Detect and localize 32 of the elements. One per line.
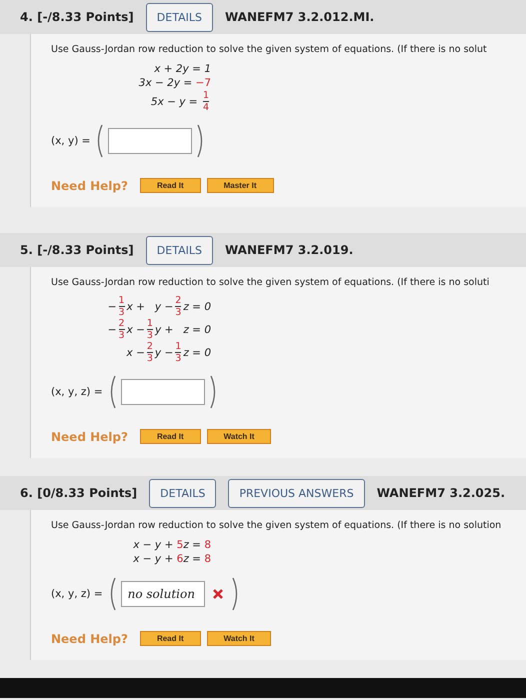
- header-button[interactable]: DETAILS: [149, 478, 216, 508]
- question-prompt: Use Gauss-Jordan row reduction to solve the given system of equations. (If there is no solution: [51, 520, 502, 531]
- header-button[interactable]: PREVIOUS ANSWERS: [228, 478, 365, 508]
- help-button[interactable]: Read It: [140, 631, 201, 646]
- answer-label: (x, y, z) =: [51, 588, 103, 600]
- question-prompt: Use Gauss-Jordan row reduction to solve the given system of equations. (If there is no soluti: [51, 277, 490, 288]
- help-button[interactable]: Read It: [140, 429, 201, 444]
- header-button[interactable]: DETAILS: [146, 236, 213, 264]
- need-help-label: Need Help?: [51, 632, 128, 646]
- header-button[interactable]: DETAILS: [146, 2, 213, 32]
- answer-field[interactable]: no solution: [120, 581, 205, 607]
- help-button[interactable]: Watch It: [206, 429, 272, 444]
- need-help-label: Need Help?: [51, 430, 128, 444]
- equation: x − y + 5z = 8: [133, 539, 211, 551]
- problem-code: WANEFM7 3.2.025.: [376, 486, 506, 500]
- help-button[interactable]: Read It: [140, 178, 201, 193]
- equation: x − y + 6z = 8: [133, 553, 211, 565]
- problem-points: 5. [-/8.33 Points]: [20, 243, 134, 257]
- answer-field[interactable]: [120, 379, 205, 405]
- problem-code: WANEFM7 3.2.012.MI.: [224, 10, 374, 24]
- help-button[interactable]: Master It: [206, 178, 274, 193]
- problem-code: WANEFM7 3.2.019.: [224, 243, 354, 257]
- problem-points: 4. [-/8.33 Points]: [20, 10, 134, 24]
- question-prompt: Use Gauss-Jordan row reduction to solve the given system of equations. (If there is no solut: [51, 44, 488, 55]
- problem-points: 6. [0/8.33 Points]: [20, 486, 138, 500]
- answer-field[interactable]: [108, 128, 192, 154]
- answer-label: (x, y) =: [51, 135, 90, 147]
- equation: 3x − 2y = −7: [138, 77, 211, 89]
- answer-label: (x, y, z) =: [51, 386, 103, 398]
- equation: x + 2y = 1: [154, 63, 211, 75]
- help-button[interactable]: Watch It: [206, 631, 272, 646]
- need-help-label: Need Help?: [51, 178, 128, 192]
